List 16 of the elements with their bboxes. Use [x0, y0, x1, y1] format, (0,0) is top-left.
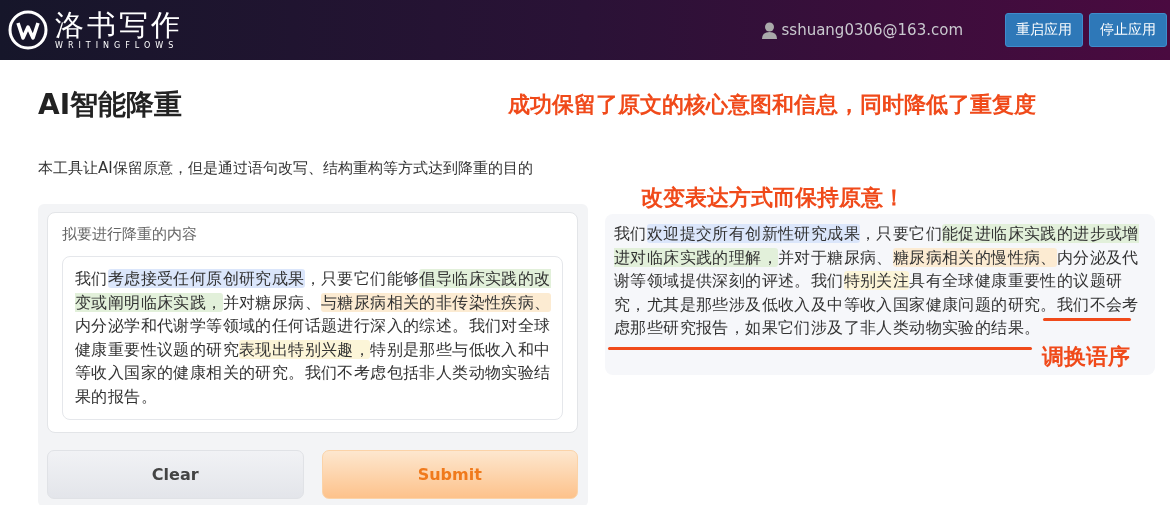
input-field[interactable]: 我们考虑接受任何原创研究成果，只要它们能够倡导临床实践的改变或阐明临床实践，并对糖尿病、与糖尿病相关的非传染性疾病、 内分泌学和代谢学等领域的任何话题进行深入的综述。我们对全球健康重要性议题的研究表现出特别兴趣，特别是那些与低收入和中等收入国家的健康相关的研究。我们不考虑包括非人类动物实验结果的报告。 [62, 256, 563, 420]
page-title: AI智能降重 [38, 87, 184, 123]
user-icon [761, 21, 777, 39]
output-text: 我们欢迎提交所有创新性研究成果，只要它们能促进临床实践的进步或增进对临床实践的理解，并对于糖尿病、糖尿病相关的慢性病、内分泌及代谢等领域提供深刻的评述。我们特别关注具有全球健康重要性的议题研究，尤其是那些涉及低收入及中等收入国家健康问题的研究。我们不会考虑那些研究报告，如果它们涉及了非人类动物实验的结果。 [614, 223, 1140, 340]
clear-button[interactable]: Clear [47, 449, 304, 499]
description-text: 本工具让AI保留原意，但是通过语句改写、结构重构等方式达到降重的目的 [38, 159, 533, 177]
annotation-text: 改变表达方式而保持原意！ [641, 184, 905, 212]
annotation-text: 成功保留了原文的核心意图和信息，同时降低了重复度 [508, 91, 1036, 119]
brand-tagline: WRITINGFLOWS [55, 41, 179, 51]
user-email: sshuang0306@163.com [781, 21, 963, 39]
header-button[interactable]: 重启应用 [1005, 13, 1083, 47]
field-label: 拟要进行降重的内容 [62, 225, 198, 244]
brand-name: 洛书写作 [55, 9, 183, 41]
annotation-text: 调换语序 [1042, 343, 1130, 371]
header-button[interactable]: 停止应用 [1089, 13, 1167, 47]
logo-icon [7, 9, 49, 51]
